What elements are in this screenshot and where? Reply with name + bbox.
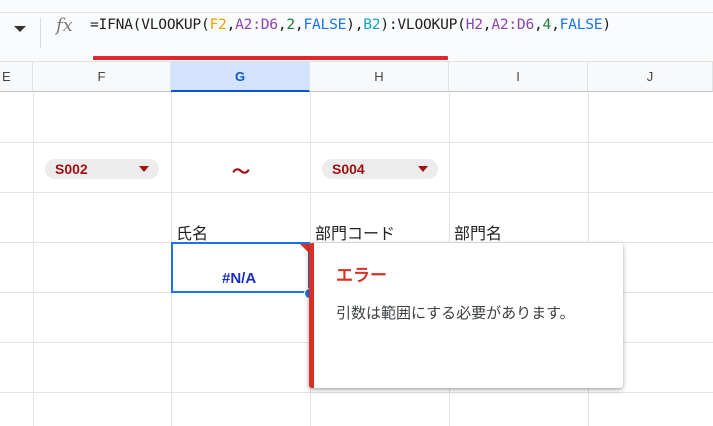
- cell-h3: 部門コード: [315, 224, 396, 243]
- column-header-f[interactable]: F: [33, 62, 171, 92]
- column-header-e[interactable]: E: [0, 62, 33, 92]
- formula-ref-b2: B2: [363, 16, 381, 33]
- cell-g3: 氏名: [176, 224, 209, 243]
- name-box-dropdown-icon[interactable]: [14, 26, 26, 32]
- error-popup-title: エラー: [336, 266, 387, 286]
- grid-line: [0, 392, 713, 393]
- formula-number: 4: [542, 16, 552, 33]
- error-popup-message: 引数は範囲にする必要があります。: [336, 304, 575, 322]
- grid-line: [0, 192, 713, 193]
- error-popup: エラー 引数は範囲にする必要があります。: [309, 243, 623, 388]
- dropdown-chip-h2[interactable]: S004: [322, 159, 438, 179]
- cell-i3: 部門名: [454, 224, 503, 243]
- formula-text: ,: [226, 16, 236, 33]
- formula-input[interactable]: =IFNA(VLOOKUP(F2,A2:D6,2,FALSE),B2):VLOO…: [90, 16, 611, 33]
- column-header-g[interactable]: G: [171, 62, 310, 92]
- formula-ref-h2: H2: [465, 16, 483, 33]
- formula-bar-divider: [40, 18, 41, 48]
- formula-boolean: FALSE: [303, 16, 347, 33]
- toolbar-strip: [0, 0, 713, 12]
- formula-ref-f2: F2: [209, 16, 227, 33]
- formula-text: =IFNA(VLOOKUP(: [90, 16, 210, 33]
- chip-value: S004: [332, 161, 365, 177]
- column-header-i[interactable]: I: [449, 62, 588, 92]
- formula-number: 2: [286, 16, 295, 33]
- formula-text: ),: [346, 16, 364, 33]
- fx-icon: fx: [56, 15, 73, 36]
- grid-line: [0, 142, 713, 143]
- formula-text: ):VLOOKUP(: [380, 16, 466, 33]
- column-header-h[interactable]: H: [310, 62, 449, 92]
- error-indicator-icon[interactable]: [300, 244, 309, 253]
- formula-text: ,: [551, 16, 560, 33]
- cell-g2: ～: [232, 162, 250, 182]
- chevron-down-icon[interactable]: [418, 166, 428, 172]
- formula-text: ,: [534, 16, 543, 33]
- formula-ref-range: A2:D6: [235, 16, 278, 33]
- cell-g4-error-value: #N/A: [222, 270, 257, 287]
- dropdown-chip-f2[interactable]: S002: [45, 159, 159, 179]
- formula-boolean: FALSE: [559, 16, 603, 33]
- chip-value: S002: [55, 161, 88, 177]
- chevron-down-icon[interactable]: [139, 166, 149, 172]
- column-header-j[interactable]: J: [588, 62, 713, 92]
- formula-ref-range: A2:D6: [491, 16, 534, 33]
- formula-text: ): [602, 16, 611, 33]
- error-underline: [93, 56, 448, 60]
